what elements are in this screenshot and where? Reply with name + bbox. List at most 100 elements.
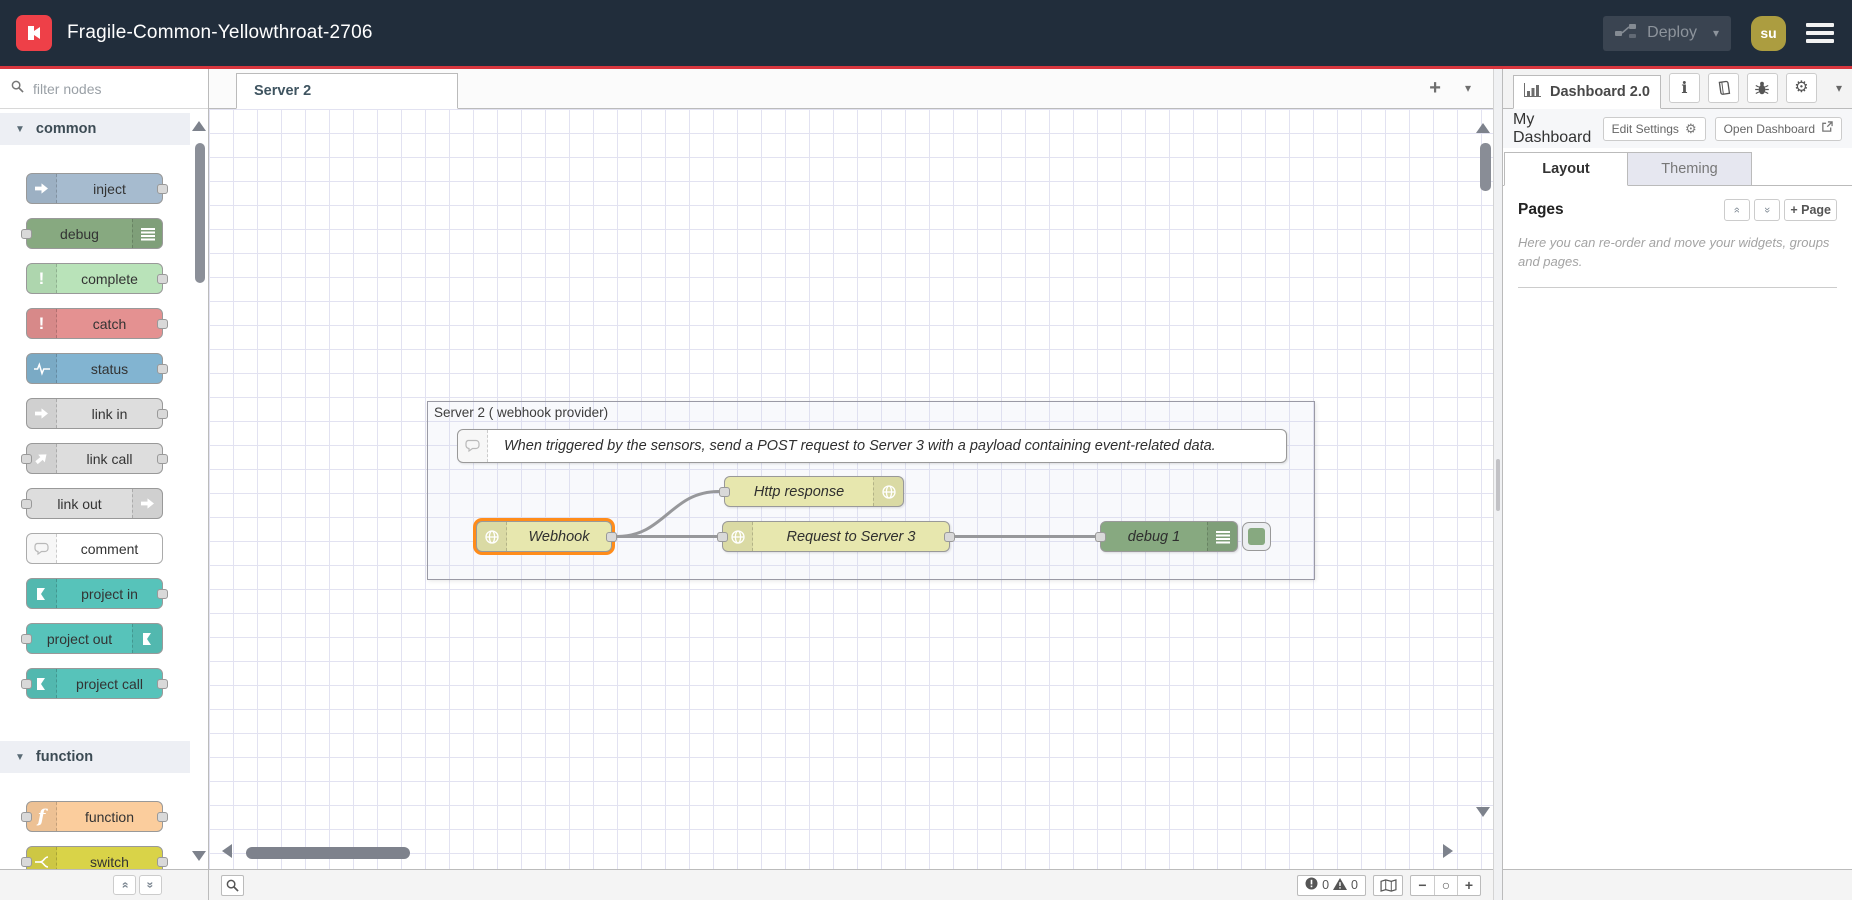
error-count: 0	[1322, 878, 1329, 892]
debug-node[interactable]: debug 1	[1100, 521, 1238, 552]
palette-node-function[interactable]: f function	[26, 801, 163, 832]
palette-category-function[interactable]: ▼ function	[0, 741, 190, 773]
scroll-down-icon[interactable]	[192, 851, 206, 861]
canvas-scroll-right-icon[interactable]	[1443, 844, 1453, 858]
tab-dashboard-2[interactable]: Dashboard 2.0	[1513, 75, 1661, 109]
palette-node-project-call[interactable]: project call	[26, 668, 163, 699]
canvas-scroll-up-icon[interactable]	[1476, 123, 1490, 133]
scroll-up-icon[interactable]	[192, 121, 206, 131]
settings-gear-button[interactable]: ⚙	[1786, 73, 1817, 103]
request-to-server-3-node[interactable]: Request to Server 3	[722, 521, 950, 552]
add-page-button[interactable]: + Page	[1784, 199, 1837, 221]
canvas-scroll-left-icon[interactable]	[222, 844, 232, 858]
globe-icon	[873, 477, 903, 506]
heartbeat-icon	[27, 354, 57, 383]
zoom-reset-button[interactable]: ○	[1434, 876, 1457, 895]
flow-list-caret-icon[interactable]: ▾	[1465, 81, 1471, 95]
palette-scrollbar-thumb[interactable]	[195, 143, 205, 283]
tab-theming[interactable]: Theming	[1628, 152, 1752, 186]
chevron-down-icon: ▼	[15, 752, 25, 763]
minimap-button[interactable]	[1373, 875, 1403, 896]
bug-button[interactable]	[1747, 73, 1778, 103]
palette-node-switch[interactable]: switch	[26, 846, 163, 869]
canvas-scroll-down-icon[interactable]	[1476, 807, 1490, 817]
pages-description: Here you can re-order and move your widg…	[1518, 234, 1838, 272]
link-arrow-icon	[132, 489, 162, 518]
external-link-icon	[1821, 121, 1833, 136]
deploy-caret-icon[interactable]: ▾	[1713, 26, 1719, 40]
speech-bubble-icon	[458, 430, 488, 462]
palette-node-project-out[interactable]: project out	[26, 623, 163, 654]
palette-filter	[0, 69, 208, 109]
palette-node-complete[interactable]: ! complete	[26, 263, 163, 294]
link-arrow-icon	[27, 399, 57, 428]
move-page-up-button[interactable]: »	[1724, 199, 1750, 221]
canvas-hscrollbar-thumb[interactable]	[246, 847, 410, 859]
palette-node-catch[interactable]: ! catch	[26, 308, 163, 339]
debug-toggle-button[interactable]	[1242, 522, 1271, 551]
palette-node-debug[interactable]: debug	[26, 218, 163, 249]
project-logo-icon	[27, 579, 57, 608]
main-menu-icon[interactable]	[1806, 23, 1834, 43]
tab-server-2[interactable]: Server 2	[236, 73, 458, 109]
status-badge[interactable]: 0 0	[1297, 875, 1366, 896]
error-icon	[1305, 877, 1318, 893]
http-response-node[interactable]: Http response	[724, 476, 904, 507]
deploy-label: Deploy	[1647, 24, 1697, 42]
palette-node-link-out[interactable]: link out	[26, 488, 163, 519]
tab-layout[interactable]: Layout	[1504, 152, 1628, 186]
palette-filter-input[interactable]	[31, 80, 156, 98]
palette-node-status[interactable]: status	[26, 353, 163, 384]
dashboard-header: My Dashboard Edit Settings ⚙ Open Dashbo…	[1503, 109, 1852, 148]
open-dashboard-button[interactable]: Open Dashboard	[1715, 117, 1842, 141]
canvas-vscrollbar-thumb[interactable]	[1480, 143, 1491, 191]
palette-node-inject[interactable]: inject	[26, 173, 163, 204]
search-icon	[11, 80, 24, 98]
zoom-in-button[interactable]: +	[1457, 876, 1480, 895]
dashboard-name: My Dashboard	[1513, 111, 1594, 147]
palette-node-link-call[interactable]: link call	[26, 443, 163, 474]
globe-icon	[477, 522, 507, 551]
webhook-node[interactable]: Webhook	[476, 521, 612, 552]
workspace-tabbar: Server 2 + ▾	[209, 69, 1493, 109]
exclaim-icon: !	[27, 309, 57, 338]
project-logo-icon	[132, 624, 162, 653]
edit-settings-button[interactable]: Edit Settings ⚙	[1603, 117, 1706, 141]
canvas-footer: 0 0 − ○ +	[209, 869, 1493, 900]
pages-title: Pages	[1518, 201, 1564, 219]
add-flow-button[interactable]: +	[1429, 78, 1441, 98]
sidebar-splitter[interactable]	[1493, 69, 1503, 900]
sidebar-footer	[1503, 869, 1852, 900]
app-logo-icon	[16, 15, 52, 51]
move-page-down-button[interactable]: »	[1754, 199, 1780, 221]
user-avatar[interactable]: su	[1751, 16, 1786, 51]
collapse-all-button[interactable]: »	[113, 875, 136, 895]
comment-text: When triggered by the sensors, send a PO…	[488, 430, 1286, 462]
palette-scrollbar[interactable]	[193, 109, 206, 869]
deploy-icon	[1615, 23, 1637, 44]
group-label: Server 2 ( webhook provider)	[434, 405, 608, 420]
flow-canvas[interactable]: Server 2 ( webhook provider) When trigge…	[209, 109, 1493, 869]
help-book-button[interactable]	[1708, 73, 1739, 103]
header: Fragile-Common-Yellowthroat-2706 Deploy …	[0, 0, 1852, 66]
zoom-out-button[interactable]: −	[1411, 876, 1434, 895]
warning-icon	[1333, 878, 1347, 893]
node-palette: ▼ common inject debug	[0, 69, 209, 900]
warning-count: 0	[1351, 878, 1358, 892]
palette-node-project-in[interactable]: project in	[26, 578, 163, 609]
comment-node[interactable]: When triggered by the sensors, send a PO…	[457, 429, 1287, 463]
splitter-handle[interactable]	[1496, 459, 1500, 511]
gear-icon: ⚙	[1685, 122, 1697, 135]
sidebar-caret-icon[interactable]: ▾	[1836, 81, 1842, 95]
info-tab-button[interactable]: i	[1669, 73, 1700, 103]
expand-all-button[interactable]: »	[139, 875, 162, 895]
palette-node-link-in[interactable]: link in	[26, 398, 163, 429]
debug-list-icon	[132, 219, 162, 248]
sidebar: Dashboard 2.0 i ⚙ ▾ My Dashboard Edit Se…	[1503, 69, 1852, 900]
canvas-search-button[interactable]	[221, 875, 244, 896]
palette-scroll-area: ▼ common inject debug	[0, 109, 208, 869]
deploy-button[interactable]: Deploy ▾	[1603, 16, 1731, 51]
divider	[1518, 287, 1837, 288]
palette-node-comment[interactable]: comment	[26, 533, 163, 564]
palette-category-common[interactable]: ▼ common	[0, 113, 190, 145]
